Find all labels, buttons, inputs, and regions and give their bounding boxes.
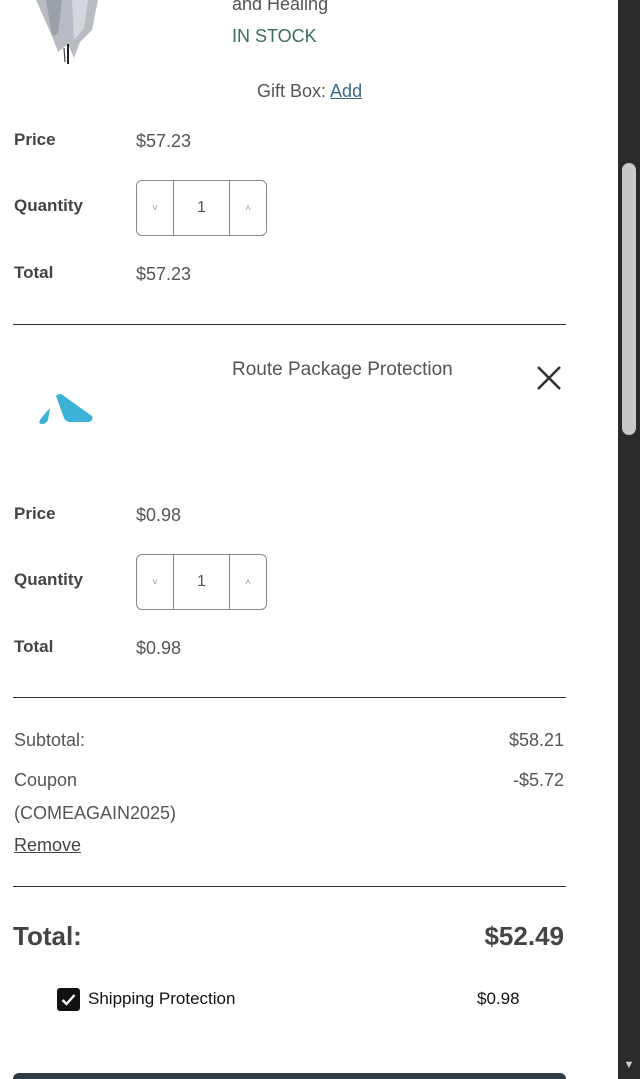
product-image[interactable] [28,0,108,66]
route-price-label: Price [14,504,56,523]
shipping-protection-checkbox[interactable] [57,988,80,1011]
route-total-label: Total [14,637,54,656]
route-quantity-label: Quantity [14,570,83,589]
order-total-value: $52.49 [484,921,564,951]
gift-box-add-link[interactable]: Add [330,81,362,101]
total-label: Total [14,263,54,282]
route-increment-button[interactable]: ˄ [230,555,266,609]
divider [13,697,566,698]
scrollbar-track[interactable] [618,0,640,1079]
route-quantity-input[interactable]: 1 [173,555,230,609]
route-decrement-button[interactable]: ˅ [137,555,173,609]
price-label: Price [14,130,56,149]
stock-status: IN STOCK [232,26,317,46]
route-quantity-stepper[interactable]: ˅ 1 ˄ [136,554,267,610]
scroll-down-arrow-icon[interactable]: ▼ [621,1058,637,1072]
coupon-code: (COMEAGAIN2025) [14,803,177,823]
subtotal-value: $58.21 [508,730,564,750]
total-value: $57.23 [136,264,192,284]
decrement-button[interactable]: ˅ [137,181,173,235]
product-title[interactable]: and Healing [232,0,328,15]
checkmark-icon [61,994,76,1006]
price-value: $57.23 [136,131,192,151]
route-title[interactable]: Route Package Protection [232,359,453,381]
divider [13,324,566,325]
quantity-stepper[interactable]: ˅ 1 ˄ [136,180,267,236]
checkout-button[interactable] [13,1073,566,1079]
remove-coupon-link[interactable]: Remove [14,835,81,856]
route-price-value: $0.98 [136,505,182,525]
coupon-label: Coupon [14,770,78,790]
divider [13,886,566,887]
quantity-input[interactable]: 1 [173,181,230,235]
quantity-label: Quantity [14,196,83,215]
route-total-value: $0.98 [136,638,182,658]
shipping-protection-label[interactable]: Shipping Protection [88,989,235,1009]
gift-box-label: Gift Box: [257,81,327,101]
subtotal-label: Subtotal: [14,730,86,750]
coupon-value: -$5.72 [512,770,564,790]
order-total-label: Total: [13,921,82,951]
gift-box-row: Gift Box: Add [257,81,362,102]
scrollbar-thumb[interactable] [622,163,636,435]
increment-button[interactable]: ˄ [230,181,266,235]
remove-item-close-icon[interactable] [533,362,565,394]
route-logo-icon [34,390,98,428]
shipping-protection-value: $0.98 [477,989,520,1008]
